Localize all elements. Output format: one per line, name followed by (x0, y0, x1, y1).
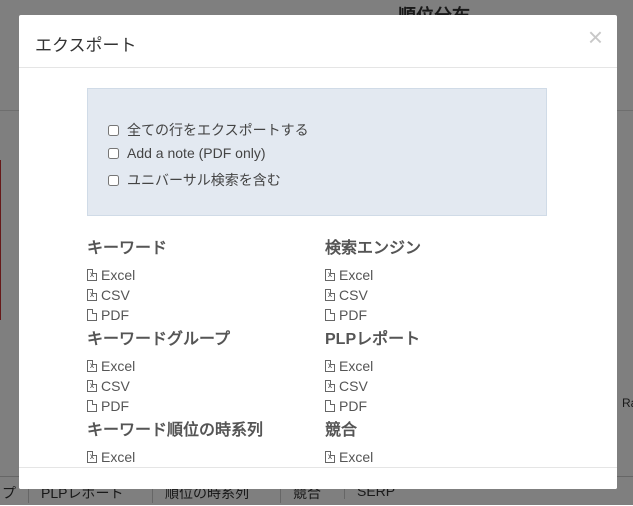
section-title: PLPレポート (325, 331, 421, 348)
export-pdf-link[interactable]: PDF (325, 396, 545, 416)
excel-file-icon: x (325, 451, 335, 463)
universal-search-checkbox[interactable] (108, 174, 119, 186)
link-label: Excel (339, 449, 374, 465)
link-label: PDF (339, 398, 367, 414)
export-excel-link[interactable]: x Excel (87, 265, 307, 285)
link-label: PDF (101, 398, 129, 414)
section-title: 競合 (325, 422, 358, 439)
section-competitors: 競合 x Excel (325, 421, 545, 467)
option-label: 全ての行をエクスポートする (127, 122, 309, 138)
pdf-file-icon (87, 309, 97, 321)
export-csv-link[interactable]: x CSV (87, 285, 307, 305)
csv-file-icon: x (325, 289, 335, 301)
section-title: キーワード (87, 240, 168, 257)
modal-title: エクスポート (35, 36, 137, 55)
section-keywords: キーワード x Excel x CSV PDF (87, 239, 307, 325)
link-label: CSV (339, 378, 368, 394)
close-icon: × (587, 22, 603, 52)
link-label: CSV (101, 378, 130, 394)
excel-file-icon: x (87, 269, 97, 281)
excel-file-icon: x (87, 451, 97, 463)
csv-file-icon: x (325, 380, 335, 392)
link-label: CSV (339, 287, 368, 303)
link-label: CSV (101, 287, 130, 303)
export-pdf-link[interactable]: PDF (87, 305, 307, 325)
export-csv-link[interactable]: x CSV (87, 376, 307, 396)
link-label: Excel (339, 267, 374, 283)
section-title: キーワードグループ (87, 331, 231, 348)
export-options-panel: 全ての行をエクスポートする Add a note (PDF only) ユニバー… (87, 88, 547, 216)
export-excel-link[interactable]: x Excel (325, 356, 545, 376)
pdf-file-icon (87, 400, 97, 412)
option-export-all-rows[interactable]: 全ての行をエクスポートする (108, 120, 309, 140)
export-excel-link[interactable]: x Excel (325, 447, 545, 467)
excel-file-icon: x (325, 360, 335, 372)
link-label: PDF (339, 307, 367, 323)
export-pdf-link[interactable]: PDF (325, 305, 545, 325)
excel-file-icon: x (87, 360, 97, 372)
link-label: PDF (101, 307, 129, 323)
link-label: Excel (101, 267, 136, 283)
modal-body: 全ての行をエクスポートする Add a note (PDF only) ユニバー… (19, 68, 617, 468)
link-label: Excel (101, 358, 136, 374)
csv-file-icon: x (87, 289, 97, 301)
section-title: キーワード順位の時系列 (87, 422, 264, 439)
add-note-checkbox[interactable] (108, 147, 119, 159)
excel-file-icon: x (325, 269, 335, 281)
section-keyword-rank-timeseries: キーワード順位の時系列 x Excel (87, 421, 307, 467)
modal-header: エクスポート × (19, 15, 617, 68)
modal-footer (19, 467, 617, 489)
export-csv-link[interactable]: x CSV (325, 285, 545, 305)
close-button[interactable]: × (587, 22, 603, 52)
csv-file-icon: x (87, 380, 97, 392)
option-add-note[interactable]: Add a note (PDF only) (108, 145, 266, 161)
section-keyword-groups: キーワードグループ x Excel x CSV PDF (87, 330, 307, 416)
pdf-file-icon (325, 400, 335, 412)
link-label: Excel (339, 358, 374, 374)
export-excel-link[interactable]: x Excel (325, 265, 545, 285)
export-pdf-link[interactable]: PDF (87, 396, 307, 416)
section-search-engines: 検索エンジン x Excel x CSV PDF (325, 239, 545, 325)
option-label: ユニバーサル検索を含む (127, 172, 281, 188)
export-excel-link[interactable]: x Excel (87, 356, 307, 376)
export-modal: エクスポート × 全ての行をエクスポートする Add a note (PDF o… (19, 15, 617, 489)
option-universal-search[interactable]: ユニバーサル検索を含む (108, 170, 281, 190)
option-label: Add a note (PDF only) (127, 145, 266, 161)
link-label: Excel (101, 449, 136, 465)
export-all-rows-checkbox[interactable] (108, 124, 119, 136)
pdf-file-icon (325, 309, 335, 321)
section-title: 検索エンジン (325, 240, 422, 257)
export-excel-link[interactable]: x Excel (87, 447, 307, 467)
section-plp-report: PLPレポート x Excel x CSV PDF (325, 330, 545, 416)
export-csv-link[interactable]: x CSV (325, 376, 545, 396)
